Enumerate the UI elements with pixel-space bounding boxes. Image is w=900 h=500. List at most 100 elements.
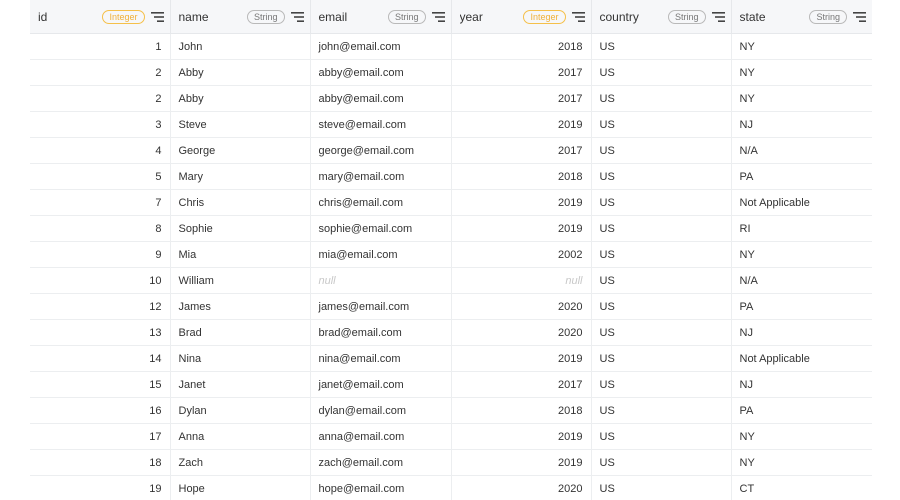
- cell-email[interactable]: null: [310, 267, 452, 294]
- cell-state[interactable]: NY: [731, 59, 872, 86]
- table-row[interactable]: 14 Nina nina@email.com 2019 US Not Applicable: [30, 345, 872, 372]
- cell-name[interactable]: Steve: [170, 111, 311, 138]
- cell-state[interactable]: N/A: [731, 137, 872, 164]
- cell-id[interactable]: 13: [30, 319, 171, 346]
- cell-state[interactable]: CT: [731, 475, 872, 500]
- cell-email[interactable]: brad@email.com: [310, 319, 452, 346]
- cell-id[interactable]: 1: [30, 33, 171, 60]
- cell-year[interactable]: 2017: [451, 59, 592, 86]
- cell-state[interactable]: NY: [731, 85, 872, 112]
- cell-state[interactable]: NY: [731, 241, 872, 268]
- column-menu-icon[interactable]: [711, 11, 725, 23]
- column-header-year[interactable]: year Integer: [451, 0, 592, 34]
- cell-year[interactable]: 2019: [451, 345, 592, 372]
- cell-id[interactable]: 5: [30, 163, 171, 190]
- cell-id[interactable]: 15: [30, 371, 171, 398]
- cell-name[interactable]: Dylan: [170, 397, 311, 424]
- table-row[interactable]: 2 Abby abby@email.com 2017 US NY: [30, 85, 872, 112]
- table-row[interactable]: 15 Janet janet@email.com 2017 US NJ: [30, 371, 872, 398]
- cell-name[interactable]: Sophie: [170, 215, 311, 242]
- cell-id[interactable]: 12: [30, 293, 171, 320]
- cell-year[interactable]: 2018: [451, 163, 592, 190]
- cell-state[interactable]: NJ: [731, 371, 872, 398]
- cell-name[interactable]: Zach: [170, 449, 311, 476]
- cell-country[interactable]: US: [591, 59, 732, 86]
- cell-state[interactable]: Not Applicable: [731, 345, 872, 372]
- cell-name[interactable]: James: [170, 293, 311, 320]
- cell-year[interactable]: 2020: [451, 293, 592, 320]
- cell-email[interactable]: janet@email.com: [310, 371, 452, 398]
- column-menu-icon[interactable]: [150, 11, 164, 23]
- cell-year[interactable]: 2018: [451, 33, 592, 60]
- column-menu-icon[interactable]: [571, 11, 585, 23]
- table-row[interactable]: 3 Steve steve@email.com 2019 US NJ: [30, 111, 872, 138]
- table-row[interactable]: 17 Anna anna@email.com 2019 US NY: [30, 423, 872, 450]
- cell-id[interactable]: 7: [30, 189, 171, 216]
- cell-year[interactable]: 2017: [451, 137, 592, 164]
- cell-id[interactable]: 14: [30, 345, 171, 372]
- cell-name[interactable]: Mary: [170, 163, 311, 190]
- cell-email[interactable]: anna@email.com: [310, 423, 452, 450]
- cell-name[interactable]: Janet: [170, 371, 311, 398]
- cell-year[interactable]: 2019: [451, 423, 592, 450]
- column-header-email[interactable]: email String: [310, 0, 452, 34]
- cell-email[interactable]: mia@email.com: [310, 241, 452, 268]
- column-header-name[interactable]: name String: [170, 0, 311, 34]
- cell-email[interactable]: mary@email.com: [310, 163, 452, 190]
- cell-email[interactable]: steve@email.com: [310, 111, 452, 138]
- table-row[interactable]: 9 Mia mia@email.com 2002 US NY: [30, 241, 872, 268]
- column-menu-icon[interactable]: [431, 11, 445, 23]
- cell-email[interactable]: zach@email.com: [310, 449, 452, 476]
- table-row[interactable]: 10 William null null US N/A: [30, 267, 872, 294]
- column-menu-icon[interactable]: [853, 11, 866, 23]
- cell-country[interactable]: US: [591, 241, 732, 268]
- cell-year[interactable]: 2018: [451, 397, 592, 424]
- cell-name[interactable]: Abby: [170, 85, 311, 112]
- cell-country[interactable]: US: [591, 111, 732, 138]
- cell-name[interactable]: Anna: [170, 423, 311, 450]
- table-row[interactable]: 5 Mary mary@email.com 2018 US PA: [30, 163, 872, 190]
- cell-country[interactable]: US: [591, 371, 732, 398]
- cell-country[interactable]: US: [591, 267, 732, 294]
- table-row[interactable]: 18 Zach zach@email.com 2019 US NY: [30, 449, 872, 476]
- cell-email[interactable]: hope@email.com: [310, 475, 452, 500]
- table-row[interactable]: 1 John john@email.com 2018 US NY: [30, 33, 872, 60]
- cell-state[interactable]: RI: [731, 215, 872, 242]
- cell-state[interactable]: N/A: [731, 267, 872, 294]
- cell-email[interactable]: chris@email.com: [310, 189, 452, 216]
- cell-email[interactable]: john@email.com: [310, 33, 452, 60]
- cell-year[interactable]: 2002: [451, 241, 592, 268]
- cell-email[interactable]: abby@email.com: [310, 85, 452, 112]
- cell-year[interactable]: 2019: [451, 449, 592, 476]
- cell-id[interactable]: 9: [30, 241, 171, 268]
- cell-email[interactable]: dylan@email.com: [310, 397, 452, 424]
- cell-year[interactable]: null: [451, 267, 592, 294]
- cell-state[interactable]: PA: [731, 163, 872, 190]
- table-row[interactable]: 12 James james@email.com 2020 US PA: [30, 293, 872, 320]
- table-row[interactable]: 16 Dylan dylan@email.com 2018 US PA: [30, 397, 872, 424]
- cell-state[interactable]: NY: [731, 449, 872, 476]
- cell-year[interactable]: 2019: [451, 215, 592, 242]
- cell-id[interactable]: 8: [30, 215, 171, 242]
- table-row[interactable]: 7 Chris chris@email.com 2019 US Not Applicabl…: [30, 189, 872, 216]
- cell-year[interactable]: 2020: [451, 319, 592, 346]
- cell-country[interactable]: US: [591, 397, 732, 424]
- cell-email[interactable]: sophie@email.com: [310, 215, 452, 242]
- cell-country[interactable]: US: [591, 475, 732, 500]
- cell-country[interactable]: US: [591, 33, 732, 60]
- cell-name[interactable]: Nina: [170, 345, 311, 372]
- cell-year[interactable]: 2019: [451, 189, 592, 216]
- cell-year[interactable]: 2019: [451, 111, 592, 138]
- cell-id[interactable]: 3: [30, 111, 171, 138]
- cell-state[interactable]: Not Applicable: [731, 189, 872, 216]
- cell-country[interactable]: US: [591, 85, 732, 112]
- cell-name[interactable]: Brad: [170, 319, 311, 346]
- cell-state[interactable]: NJ: [731, 319, 872, 346]
- cell-country[interactable]: US: [591, 293, 732, 320]
- table-row[interactable]: 8 Sophie sophie@email.com 2019 US RI: [30, 215, 872, 242]
- cell-email[interactable]: abby@email.com: [310, 59, 452, 86]
- cell-state[interactable]: NY: [731, 423, 872, 450]
- cell-country[interactable]: US: [591, 189, 732, 216]
- cell-name[interactable]: Hope: [170, 475, 311, 500]
- cell-id[interactable]: 4: [30, 137, 171, 164]
